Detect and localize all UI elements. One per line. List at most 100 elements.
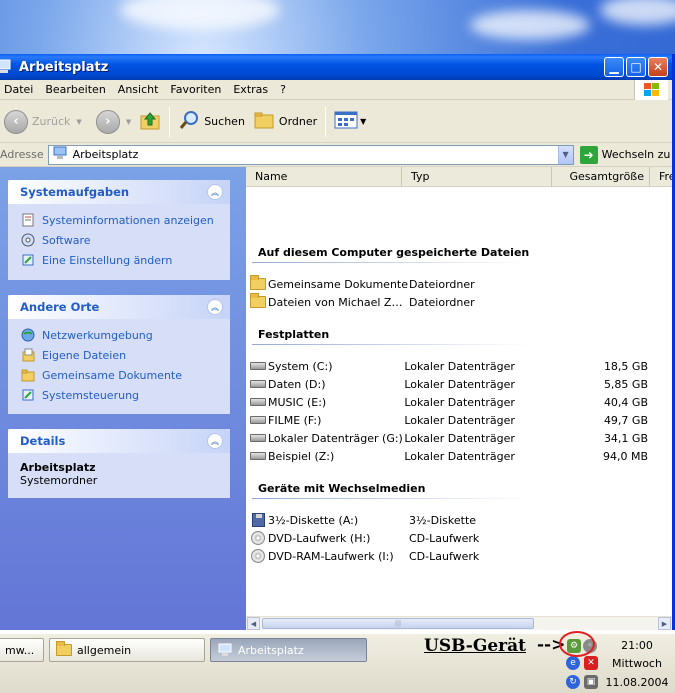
taskbar-label: allgemein: [77, 643, 132, 657]
collapse-icon[interactable]: ︽: [207, 299, 223, 315]
system-tasks-header[interactable]: Systemaufgaben ︽: [8, 180, 230, 204]
views-button[interactable]: ▼: [330, 105, 370, 139]
item-size: 5,85 GB: [603, 377, 648, 391]
software-icon: [20, 232, 36, 248]
title-bar[interactable]: Arbeitsplatz ▁ □ ✕: [0, 54, 672, 80]
list-item[interactable]: FILME (F:) Lokaler Datenträger 49,7 GB: [250, 411, 648, 429]
system-tasks-title: Systemaufgaben: [20, 185, 130, 199]
collapse-icon[interactable]: ︽: [207, 433, 223, 449]
list-item[interactable]: Beispiel (Z:) Lokaler Datenträger 94,0 M…: [250, 447, 648, 465]
column-name[interactable]: Name: [246, 167, 402, 187]
search-label: Suchen: [204, 115, 245, 128]
list-item[interactable]: Gemeinsame Dokumente Dateiordner: [250, 275, 648, 293]
menu-help[interactable]: ?: [276, 83, 294, 96]
back-button[interactable]: ‹ Zurück ▼: [0, 105, 86, 139]
collapse-icon[interactable]: ︽: [207, 184, 223, 200]
place-label: Gemeinsame Dokumente: [42, 368, 182, 382]
place-my-documents[interactable]: Eigene Dateien: [20, 345, 218, 365]
taskbar-button-allgemein[interactable]: allgemein: [49, 638, 205, 662]
explorer-window: Arbeitsplatz ▁ □ ✕ Datei Bearbeiten Ansi…: [0, 54, 675, 630]
task-label: Eine Einstellung ändern: [42, 253, 173, 267]
window-title: Arbeitsplatz: [19, 59, 109, 75]
item-type: Lokaler Datenträger: [404, 377, 515, 391]
item-type: Lokaler Datenträger: [404, 431, 515, 445]
scroll-right-icon[interactable]: ▶: [658, 617, 671, 630]
item-name: Lokaler Datenträger (G:): [268, 431, 403, 445]
menu-ansicht[interactable]: Ansicht: [114, 83, 167, 96]
go-label: Wechseln zu: [601, 148, 671, 161]
up-button[interactable]: [135, 105, 165, 139]
address-dropdown-button[interactable]: ▼: [557, 145, 573, 164]
details-header[interactable]: Details ︽: [8, 429, 230, 453]
scroll-thumb[interactable]: |||: [262, 618, 534, 629]
list-item[interactable]: Lokaler Datenträger (G:) Lokaler Datentr…: [250, 429, 648, 447]
go-button[interactable]: ➜ Wechseln zu: [579, 145, 671, 164]
task-change-setting[interactable]: Eine Einstellung ändern: [20, 250, 218, 270]
search-button[interactable]: Suchen: [174, 105, 249, 139]
list-item[interactable]: 3½-Diskette (A:) 3½-Diskette: [250, 511, 648, 529]
tray-app-icon[interactable]: ▣: [584, 675, 598, 689]
list-item[interactable]: System (C:) Lokaler Datenträger 18,5 GB: [250, 357, 648, 375]
place-shared-documents[interactable]: Gemeinsame Dokumente: [20, 365, 218, 385]
tray-security-icon[interactable]: ✕: [584, 656, 598, 670]
system-info-icon: [20, 212, 36, 228]
back-label: Zurück: [32, 115, 71, 128]
task-software[interactable]: Software: [20, 230, 218, 250]
file-list: Name Typ Gesamtgröße Fre Auf diesem Comp…: [246, 167, 672, 630]
column-free[interactable]: Fre: [650, 167, 672, 187]
close-button[interactable]: ✕: [648, 57, 668, 77]
hard-drive-icon: [250, 359, 266, 373]
item-name: Daten (D:): [268, 377, 326, 391]
horizontal-scrollbar[interactable]: ◀ ||| ▶: [246, 616, 672, 630]
tray-network-icon[interactable]: e: [566, 656, 580, 670]
place-network[interactable]: Netzwerkumgebung: [20, 325, 218, 345]
item-type: CD-Laufwerk: [409, 549, 480, 563]
menu-extras[interactable]: Extras: [229, 83, 276, 96]
menu-favoriten[interactable]: Favoriten: [166, 83, 229, 96]
details-subtitle: Systemordner: [20, 474, 98, 487]
taskbar-button-mw[interactable]: mw...: [0, 638, 44, 662]
annotation-circle: [559, 631, 595, 657]
taskbar-button-arbeitsplatz[interactable]: Arbeitsplatz: [210, 638, 367, 662]
search-icon: [178, 109, 200, 134]
column-headers: Name Typ Gesamtgröße Fre: [246, 167, 672, 187]
item-type: Lokaler Datenträger: [404, 395, 515, 409]
hard-drive-icon: [250, 449, 266, 463]
list-item[interactable]: Daten (D:) Lokaler Datenträger 5,85 GB: [250, 375, 648, 393]
item-size: 49,7 GB: [603, 413, 648, 427]
item-name: Beispiel (Z:): [268, 449, 335, 463]
list-item[interactable]: MUSIC (E:) Lokaler Datenträger 40,4 GB: [250, 393, 648, 411]
menu-datei[interactable]: Datei: [0, 83, 41, 96]
control-panel-icon: [20, 387, 36, 403]
close-icon: ✕: [652, 60, 664, 74]
address-input[interactable]: Arbeitsplatz ▼: [47, 144, 574, 165]
item-size: 94,0 MB: [602, 449, 648, 463]
tray-update-icon[interactable]: ↻: [566, 675, 580, 689]
section-divider: [252, 498, 528, 499]
clock-day: Mittwoch: [612, 657, 662, 670]
chevron-down-icon: ▼: [562, 150, 569, 159]
forward-button[interactable]: › ▼: [92, 105, 135, 139]
column-size[interactable]: Gesamtgröße: [552, 167, 650, 187]
menu-bearbeiten[interactable]: Bearbeiten: [41, 83, 113, 96]
list-item[interactable]: Dateien von Michael Zw... Dateiordner: [250, 293, 648, 311]
item-type: CD-Laufwerk: [409, 531, 480, 545]
list-item[interactable]: DVD-Laufwerk (H:) CD-Laufwerk: [250, 529, 648, 547]
scroll-left-icon[interactable]: ◀: [247, 617, 260, 630]
folder-icon: [250, 275, 266, 291]
clock-time[interactable]: 21:00: [602, 639, 672, 652]
item-name: System (C:): [268, 359, 333, 373]
maximize-button[interactable]: □: [626, 57, 646, 77]
column-type[interactable]: Typ: [402, 167, 552, 187]
list-item[interactable]: DVD-RAM-Laufwerk (I:) CD-Laufwerk: [250, 547, 648, 565]
item-name: FILME (F:): [268, 413, 322, 427]
item-name: DVD-RAM-Laufwerk (I:): [268, 549, 394, 563]
place-control-panel[interactable]: Systemsteuerung: [20, 385, 218, 405]
minimize-button[interactable]: ▁: [604, 57, 624, 77]
other-places-title: Andere Orte: [20, 300, 100, 314]
folders-button[interactable]: Ordner: [249, 105, 321, 139]
other-places-header[interactable]: Andere Orte ︽: [8, 295, 230, 319]
item-name: Dateien von Michael Zw...: [268, 295, 409, 309]
item-size: 40,4 GB: [603, 395, 648, 409]
task-system-info[interactable]: Systeminformationen anzeigen: [20, 210, 218, 230]
